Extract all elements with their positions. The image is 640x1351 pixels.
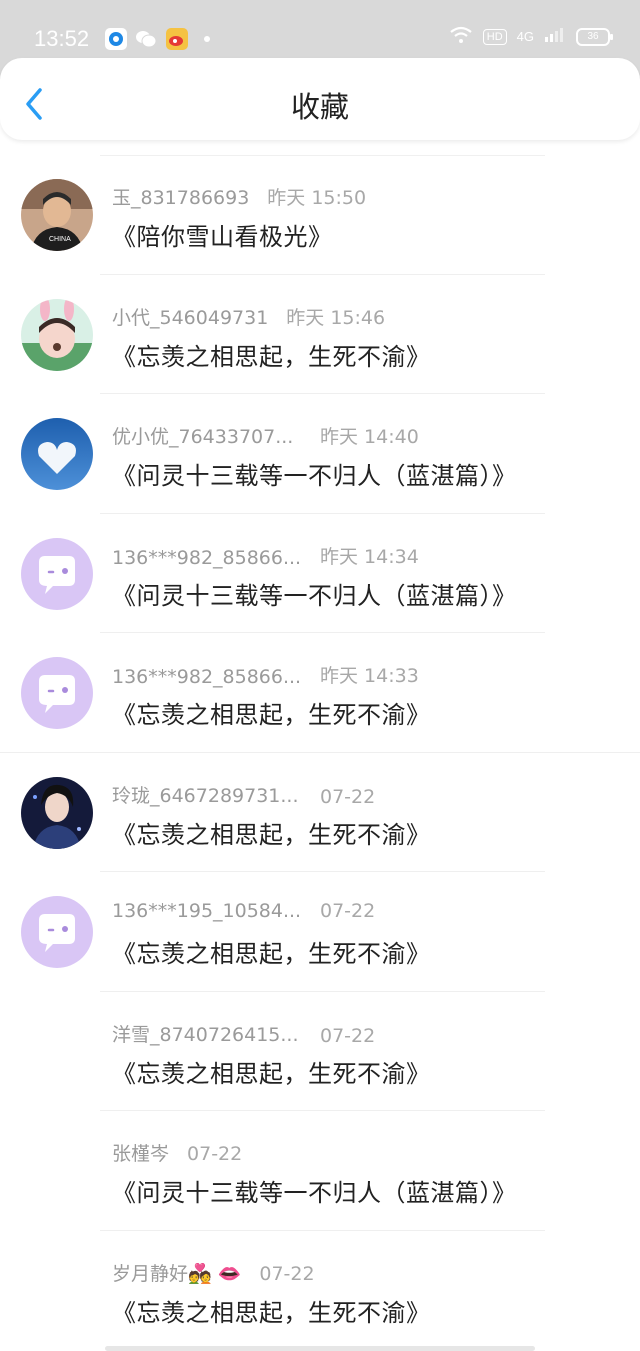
battery-indicator: 36: [576, 27, 613, 46]
timestamp: 昨天 15:50: [267, 187, 367, 209]
hd-badge: HD: [482, 28, 507, 45]
status-indicators: HD 4G 36: [449, 26, 613, 47]
timestamp: 07-22: [187, 1143, 243, 1165]
item-title: 《忘羡之相思起，生死不渝》: [112, 701, 431, 729]
wifi-icon: [449, 26, 473, 47]
more-notifications-dot-icon: [196, 28, 218, 50]
list-item[interactable]: 洋雪_8740726415... 07-22 《忘羡之相思起，生死不渝》: [0, 992, 640, 1111]
avatar[interactable]: [21, 537, 93, 610]
avatar[interactable]: [21, 896, 93, 968]
header: 收藏: [0, 58, 640, 140]
list-item[interactable]: 136***195_10584... 07-22 《忘羡之相思起，生死不渝》: [0, 872, 640, 992]
avatar[interactable]: [21, 657, 93, 729]
user-name: 优小优_76433707...: [112, 426, 294, 448]
avatar[interactable]: [21, 298, 93, 371]
item-title: 《忘羡之相思起，生死不渝》: [112, 820, 431, 849]
avatar[interactable]: [21, 776, 93, 849]
timestamp: 昨天 14:40: [320, 426, 419, 448]
wechat-icon: [135, 28, 157, 50]
timestamp: 昨天 15:46: [286, 306, 386, 329]
svg-text:CHINA: CHINA: [49, 236, 71, 243]
list-item[interactable]: 136***982_85866... 昨天 14:34 《问灵十三载等一不归人（蓝…: [0, 514, 640, 633]
list-item[interactable]: 张槿岑 07-22 《问灵十三载等一不归人（蓝湛篇）》: [0, 1111, 640, 1231]
list-item[interactable]: 小代_546049731 昨天 15:46 《忘羡之相思起，生死不渝》: [0, 275, 640, 394]
signal-4g: 4G: [516, 29, 534, 44]
list-item[interactable]: 岁月静好💑 👄 07-22 《忘羡之相思起，生死不渝》: [0, 1231, 640, 1351]
list-item[interactable]: CHINA 玉_831786693 昨天 15:50 《陪你雪山看极光》: [0, 155, 640, 275]
user-name: 玉_831786693: [112, 187, 250, 209]
user-name: 岁月静好💑 👄: [112, 1262, 242, 1285]
item-title: 《陪你雪山看极光》: [112, 223, 333, 251]
user-name: 136***195_10584...: [112, 900, 302, 922]
signal-bars-icon: [544, 27, 566, 46]
page-title: 收藏: [290, 90, 349, 124]
item-title: 《问灵十三载等一不归人（蓝湛篇）》: [112, 1179, 517, 1207]
list-item[interactable]: 玲珑_6467289731... 07-22 《忘羡之相思起，生死不渝》: [0, 753, 640, 872]
default-chat-avatar-icon: [21, 537, 93, 610]
item-title: 《忘羡之相思起，生死不渝》: [112, 940, 431, 968]
scroll-indicator: [105, 1346, 535, 1351]
timestamp: 07-22: [320, 1024, 376, 1047]
user-name: 洋雪_8740726415...: [112, 1023, 299, 1046]
timestamp: 07-22: [320, 900, 376, 922]
app-notification-icon: [105, 28, 127, 50]
avatar[interactable]: [21, 418, 93, 490]
default-chat-avatar-icon: [21, 896, 93, 968]
item-title: 《问灵十三载等一不归人（蓝湛篇）》: [112, 462, 517, 490]
item-title: 《忘羡之相思起，生死不渝》: [112, 1059, 431, 1088]
user-name: 张槿岑: [112, 1143, 170, 1165]
item-title: 《忘羡之相思起，生死不渝》: [112, 342, 431, 371]
list-item[interactable]: 136***982_85866... 昨天 14:33 《忘羡之相思起，生死不渝》: [0, 633, 640, 753]
weibo-icon: [166, 28, 188, 50]
timestamp: 07-22: [320, 785, 376, 808]
status-time: 13:52: [34, 26, 90, 51]
user-name: 玲珑_6467289731...: [112, 784, 299, 807]
timestamp: 昨天 14:34: [320, 545, 419, 568]
default-chat-avatar-icon: [21, 657, 93, 729]
item-title: 《忘羡之相思起，生死不渝》: [112, 1298, 431, 1327]
item-title: 《问灵十三载等一不归人（蓝湛篇）》: [112, 581, 517, 610]
timestamp: 昨天 14:33: [320, 665, 419, 687]
favorites-list: CHINA 玉_831786693 昨天 15:50 《陪你雪山看极光》 小代_5…: [0, 155, 640, 1350]
list-item[interactable]: 优小优_76433707... 昨天 14:40 《问灵十三载等一不归人（蓝湛篇）…: [0, 394, 640, 514]
avatar[interactable]: CHINA: [21, 179, 93, 251]
user-name: 136***982_85866...: [112, 666, 302, 688]
user-name: 136***982_85866...: [112, 546, 302, 569]
user-name: 小代_546049731: [112, 306, 269, 329]
timestamp: 07-22: [259, 1262, 315, 1285]
